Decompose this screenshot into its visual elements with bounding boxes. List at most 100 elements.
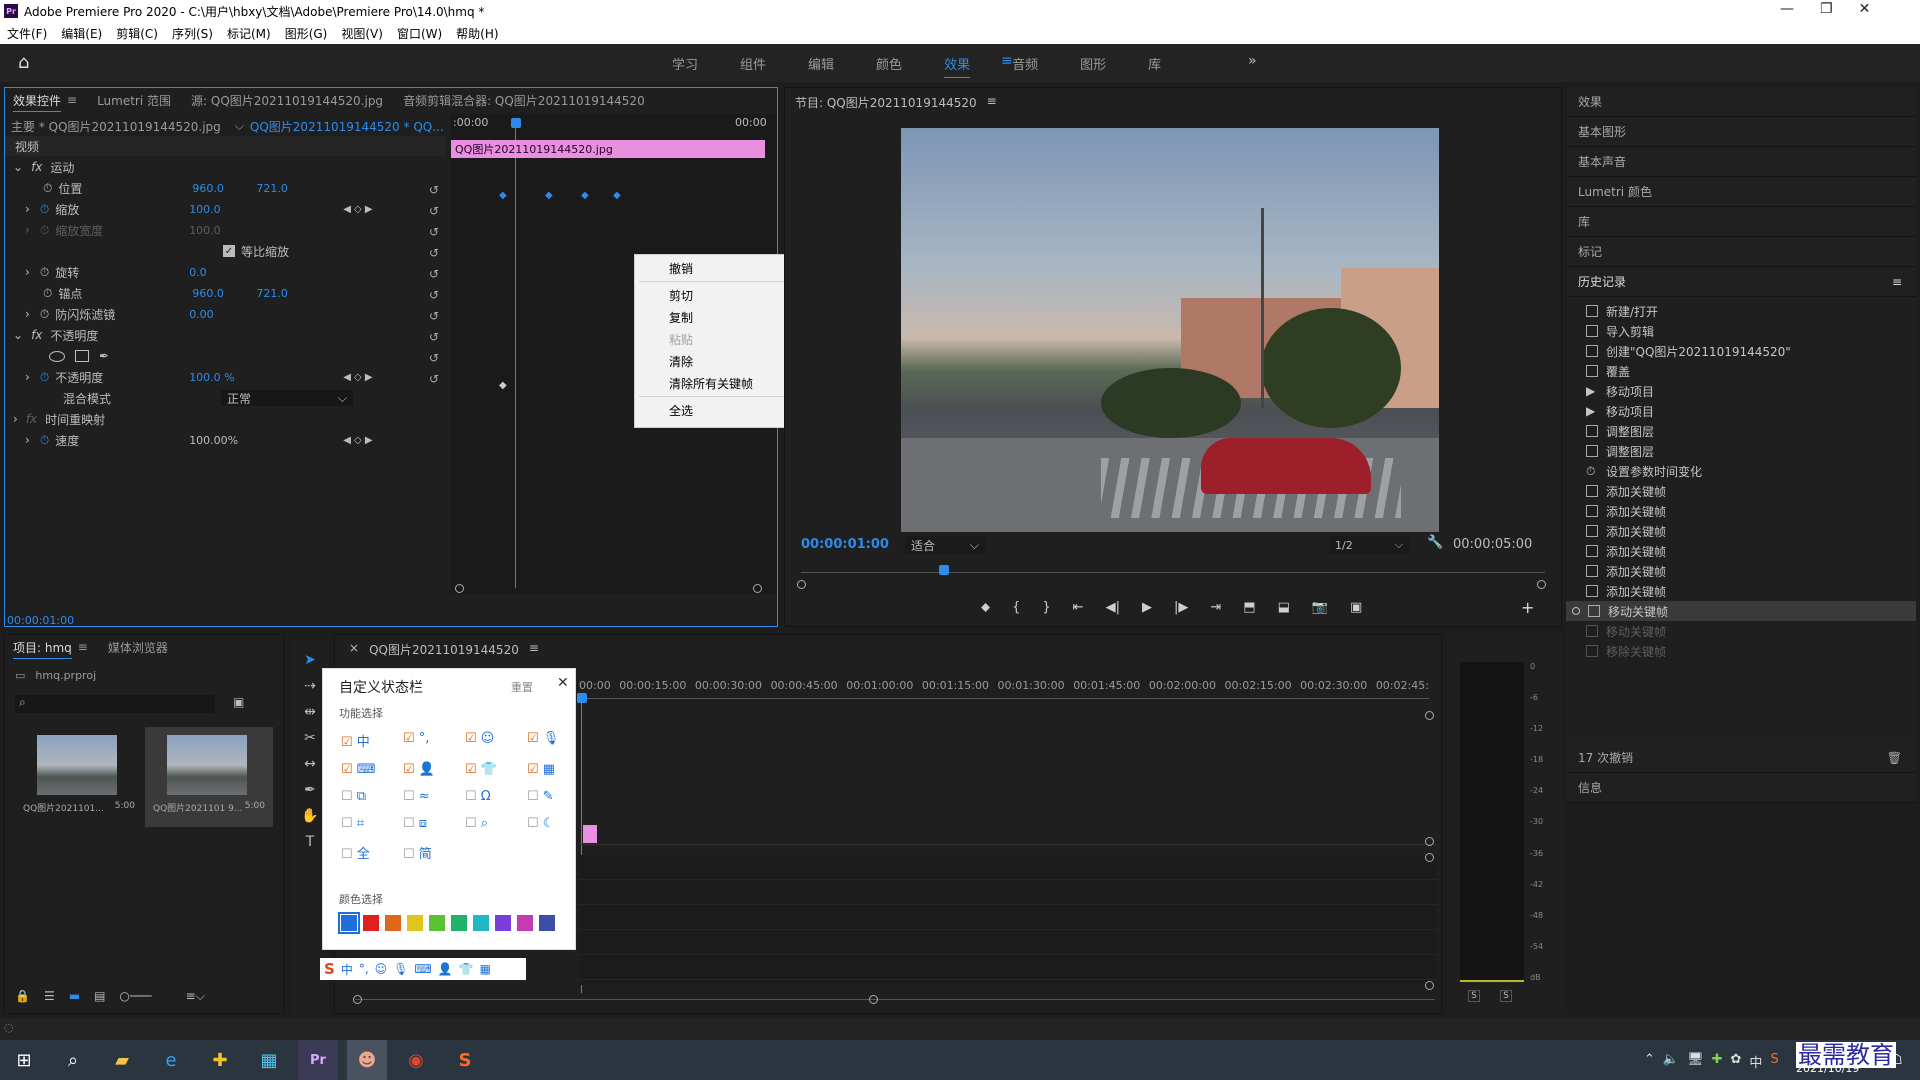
position-x[interactable]: 960.0	[192, 182, 256, 195]
network-icon[interactable]: 🖥	[1687, 1052, 1704, 1071]
workspace-assembly[interactable]: 组件	[740, 54, 766, 73]
menu-clip[interactable]: 剪辑(C)	[116, 25, 158, 42]
tab-audio-mixer[interactable]: 音频剪辑混合器: QQ图片20211019144520	[403, 92, 645, 109]
new-bin-icon[interactable]: ▣	[233, 695, 244, 709]
rectangle-mask-icon[interactable]	[75, 350, 89, 362]
icon-view-icon[interactable]: ▬	[69, 989, 80, 1004]
sequence-clip-label[interactable]: QQ图片20211019144520 * QQ...	[250, 118, 444, 135]
history-item[interactable]: 创建"QQ图片20211019144520"	[1566, 341, 1916, 361]
menu-select-all[interactable]: 全选	[635, 399, 807, 421]
stopwatch-icon[interactable]: ⏱	[40, 370, 49, 385]
tab-source[interactable]: 源: QQ图片20211019144520.jpg	[191, 92, 383, 109]
minimize-icon[interactable]: —	[1780, 1, 1794, 17]
close-tab-icon[interactable]: ×	[349, 641, 359, 658]
function-option[interactable]: ☑ 中	[341, 731, 403, 750]
clip-bar[interactable]: QQ图片20211019144520.jpg	[451, 140, 765, 158]
selection-tool-icon[interactable]: ➤	[304, 652, 316, 668]
reset-icon[interactable]: ↺	[429, 285, 445, 306]
program-timecode[interactable]: 00:00:01:00	[801, 537, 889, 552]
more-workspaces-icon[interactable]: »	[1248, 53, 1257, 69]
hand-icon[interactable]: ✋	[301, 808, 318, 824]
color-swatch[interactable]	[429, 915, 445, 931]
history-item[interactable]: 覆盖	[1566, 361, 1916, 381]
search-icon[interactable]: ⌕	[53, 1040, 93, 1080]
fit-select[interactable]: 适合 ⌵	[905, 536, 985, 554]
go-to-out-icon[interactable]: ⇥	[1210, 600, 1221, 615]
menu-window[interactable]: 窗口(W)	[397, 25, 442, 42]
workspace-libraries[interactable]: 库	[1148, 54, 1161, 73]
lock-icon[interactable]: 🔒	[15, 989, 30, 1004]
mark-in-icon[interactable]: {	[1012, 600, 1020, 615]
history-item[interactable]: ▶ 移动项目	[1566, 381, 1916, 401]
time-remap-row[interactable]: › fx 时间重映射	[5, 409, 445, 429]
color-swatch[interactable]	[363, 915, 379, 931]
motion-row[interactable]: ⌄ fx 运动	[5, 157, 445, 177]
resolution-select[interactable]: 1/2 ⌵	[1329, 536, 1409, 554]
history-item[interactable]: 移除关键帧	[1566, 641, 1916, 661]
project-item[interactable]: QQ图片2021101... 5:00	[15, 727, 143, 827]
close-icon[interactable]: ✕	[1859, 1, 1871, 17]
maximize-icon[interactable]: ❐	[1820, 1, 1833, 17]
workspace-audio[interactable]: 音频	[1012, 54, 1038, 73]
function-option[interactable]: ☑ 👤	[403, 762, 465, 777]
scroll-handle[interactable]	[455, 584, 464, 593]
reset-icon[interactable]: ↺	[429, 243, 445, 264]
workspace-menu-icon[interactable]: ≡	[1001, 53, 1013, 69]
function-option[interactable]: ☐ 全	[341, 843, 403, 862]
history-item[interactable]: 添加关键帧	[1566, 581, 1916, 601]
position-y[interactable]: 721.0	[256, 182, 288, 195]
extract-icon[interactable]: ⬓	[1278, 600, 1290, 615]
type-tool-icon[interactable]: T	[306, 834, 315, 850]
panel-effects[interactable]: 效果	[1566, 87, 1916, 117]
keyframe-icon[interactable]: ◆	[581, 190, 589, 201]
notification-icon[interactable]: ☖	[1890, 1052, 1903, 1068]
reset-icon[interactable]: ↺	[429, 327, 445, 348]
media-app-icon[interactable]: ▦	[249, 1040, 289, 1080]
expand-icon[interactable]: ›	[25, 370, 30, 384]
function-option[interactable]: ☑ ⌨	[341, 762, 403, 777]
color-swatch-selected[interactable]	[338, 912, 360, 934]
history-item[interactable]: 添加关键帧	[1566, 561, 1916, 581]
freeform-view-icon[interactable]: ▤	[94, 989, 105, 1004]
pen-mask-icon[interactable]: ✒	[99, 349, 109, 363]
add-marker-icon[interactable]: ⬥	[981, 600, 990, 615]
history-item[interactable]: 导入剪辑	[1566, 321, 1916, 341]
windows-start-icon[interactable]: ⊞	[4, 1040, 44, 1080]
history-item[interactable]: 添加关键帧	[1566, 541, 1916, 561]
stopwatch-icon[interactable]: ⏱	[40, 433, 49, 448]
premiere-taskbar-icon[interactable]: Pr	[298, 1040, 338, 1080]
menu-undo[interactable]: 撤销	[635, 257, 807, 279]
function-option[interactable]: ☐ ⧉	[341, 789, 403, 804]
scroll-handle[interactable]	[1425, 981, 1434, 990]
step-forward-icon[interactable]: |▶	[1174, 600, 1188, 615]
workspace-learn[interactable]: 学习	[672, 54, 698, 73]
expand-icon[interactable]: ⌄	[13, 160, 23, 174]
menu-sequence[interactable]: 序列(S)	[172, 25, 213, 42]
zoom-slider[interactable]: ○───	[119, 989, 151, 1004]
panel-menu-icon[interactable]: ≡	[987, 94, 997, 111]
tray-app-icon[interactable]: ✿	[1731, 1052, 1742, 1071]
mark-out-icon[interactable]: }	[1042, 600, 1050, 615]
panel-essential-sound[interactable]: 基本声音	[1566, 147, 1916, 177]
menu-graphics[interactable]: 图形(G)	[285, 25, 328, 42]
blend-mode-select[interactable]: 正常 ⌵	[221, 390, 353, 406]
keyframe-nav-icon[interactable]: ◀ ◇ ▶	[343, 372, 372, 383]
color-swatch[interactable]	[385, 915, 401, 931]
panel-info[interactable]: 信息	[1566, 773, 1916, 803]
function-option[interactable]: ☑ ☺	[465, 731, 527, 750]
step-back-icon[interactable]: ◀|	[1106, 600, 1120, 615]
function-option[interactable]: ☑ 🎙	[527, 731, 589, 750]
ime-icon[interactable]: 中	[1749, 1052, 1762, 1071]
scroll-handle[interactable]	[1425, 837, 1434, 846]
history-item[interactable]: ⏱ 设置参数时间变化	[1566, 461, 1916, 481]
sort-icon[interactable]: ≡⌵	[186, 989, 205, 1004]
timeline-h-scrollbar[interactable]	[355, 999, 1435, 1000]
history-item[interactable]: 添加关键帧	[1566, 481, 1916, 501]
stopwatch-icon[interactable]: ⏱	[40, 202, 49, 217]
wrench-icon[interactable]: 🔧	[1427, 535, 1443, 550]
function-option[interactable]: ☐ 简	[403, 843, 465, 862]
scroll-handle[interactable]	[1537, 580, 1546, 589]
scroll-handle[interactable]	[1425, 853, 1434, 862]
keyframe-icon[interactable]: ◆	[499, 190, 507, 201]
history-item[interactable]: 添加关键帧	[1566, 501, 1916, 521]
